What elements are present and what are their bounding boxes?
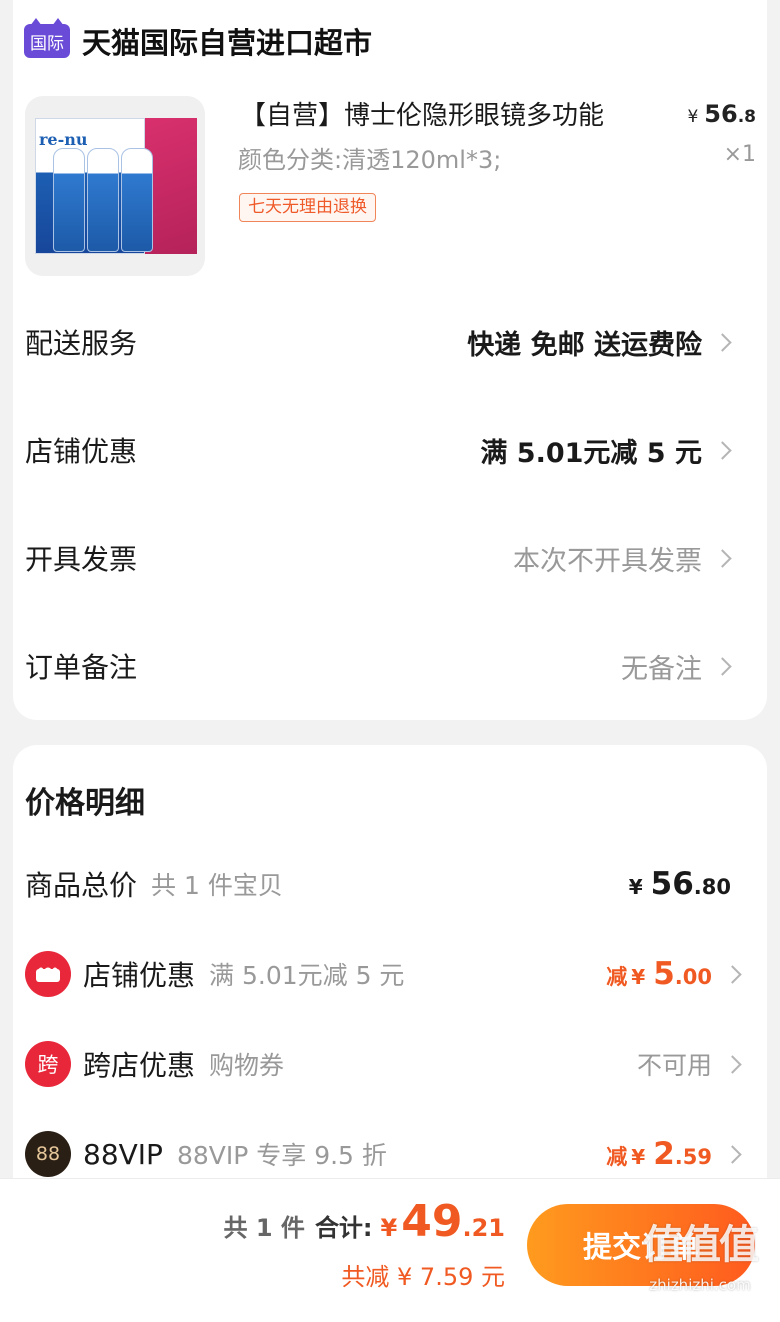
option-label: 开具发票 xyxy=(25,543,138,576)
chevron-right-icon xyxy=(723,1054,742,1074)
goods-total-amount: ¥56.80 xyxy=(628,866,731,902)
option-label: 订单备注 xyxy=(25,651,138,684)
chevron-right-icon xyxy=(713,440,732,460)
chevron-right-icon xyxy=(713,548,732,568)
88vip-icon: 88 xyxy=(25,1131,71,1177)
option-value: 无备注 xyxy=(621,653,702,685)
row-label: 88VIP xyxy=(83,1137,163,1171)
goods-total-row: 商品总价共 1 件宝贝 ¥56.80 xyxy=(25,860,743,908)
total-amount: 49 xyxy=(401,1196,463,1247)
option-value: 本次不开具发票 xyxy=(513,545,702,577)
product-title[interactable]: 【自营】博士伦隐形眼镜多功能 xyxy=(240,95,604,132)
chevron-right-icon xyxy=(723,964,742,984)
unit-price: ¥56.8 xyxy=(687,100,756,128)
bottle-image xyxy=(121,148,153,252)
tmall-global-badge-icon: 国际 xyxy=(24,18,70,58)
product-sku[interactable]: 颜色分类:清透120ml*3; xyxy=(238,140,501,175)
total-label: 合计: xyxy=(314,1214,373,1242)
row-label: 店铺优惠 xyxy=(83,959,196,992)
row-sub: 购物券 xyxy=(209,1051,285,1080)
shop-discount-amount: 减 ¥5.00 xyxy=(606,956,712,992)
row-label: 跨店优惠 xyxy=(83,1049,196,1082)
return-policy-tag: 七天无理由退换 xyxy=(239,193,376,222)
chevron-right-icon xyxy=(713,656,732,676)
option-label: 配送服务 xyxy=(25,327,138,360)
row-sub: 满 5.01元减 5 元 xyxy=(209,961,405,990)
cross-store-icon: 跨 xyxy=(25,1041,71,1087)
total-saved: 共减 ¥ 7.59 元 xyxy=(341,1263,505,1291)
shop-coupon-icon xyxy=(25,951,71,997)
product-thumbnail[interactable]: re-nu xyxy=(25,96,205,276)
row-sub: 88VIP 专享 9.5 折 xyxy=(176,1141,387,1170)
vip-discount-row[interactable]: 88 88VIP 88VIP 专享 9.5 折 减 ¥2.59 xyxy=(25,1130,743,1178)
item-count: 共 1 件 xyxy=(223,1214,305,1242)
chevron-right-icon xyxy=(713,332,732,352)
cross-store-value: 不可用 xyxy=(636,1051,712,1080)
row-sub: 共 1 件宝贝 xyxy=(151,871,283,900)
submit-order-button[interactable]: 提交订单 xyxy=(527,1204,755,1286)
product-brand-text: re-nu xyxy=(39,130,88,149)
invoice-row[interactable]: 开具发票 本次不开具发票 xyxy=(25,533,733,583)
option-value: 快递 免邮 送运费险 xyxy=(467,329,702,361)
vip-discount-amount: 减 ¥2.59 xyxy=(606,1136,712,1172)
cross-store-discount-row[interactable]: 跨 跨店优惠 购物券 不可用 xyxy=(25,1040,743,1088)
shop-discount-detail-row[interactable]: 店铺优惠满 5.01元减 5 元 减 ¥5.00 xyxy=(25,950,743,998)
delivery-service-row[interactable]: 配送服务 快递 免邮 送运费险 xyxy=(25,317,733,367)
bottle-image xyxy=(53,148,85,252)
shop-discount-row[interactable]: 店铺优惠 满 5.01元减 5 元 xyxy=(25,425,733,475)
store-name: 天猫国际自营进口超市 xyxy=(82,26,373,60)
order-note-row[interactable]: 订单备注 无备注 xyxy=(25,641,733,691)
chevron-right-icon xyxy=(723,1144,742,1164)
row-label: 商品总价 xyxy=(25,869,138,902)
option-label: 店铺优惠 xyxy=(25,435,138,468)
bottle-image xyxy=(87,148,119,252)
store-header[interactable]: 国际 天猫国际自营进口超市 xyxy=(24,18,373,62)
quantity[interactable]: ×1 xyxy=(724,142,756,167)
option-value: 满 5.01元减 5 元 xyxy=(480,437,702,469)
price-detail-title: 价格明细 xyxy=(25,786,145,821)
order-total: 共 1 件 合计: ¥ 49 .21 xyxy=(223,1196,505,1247)
